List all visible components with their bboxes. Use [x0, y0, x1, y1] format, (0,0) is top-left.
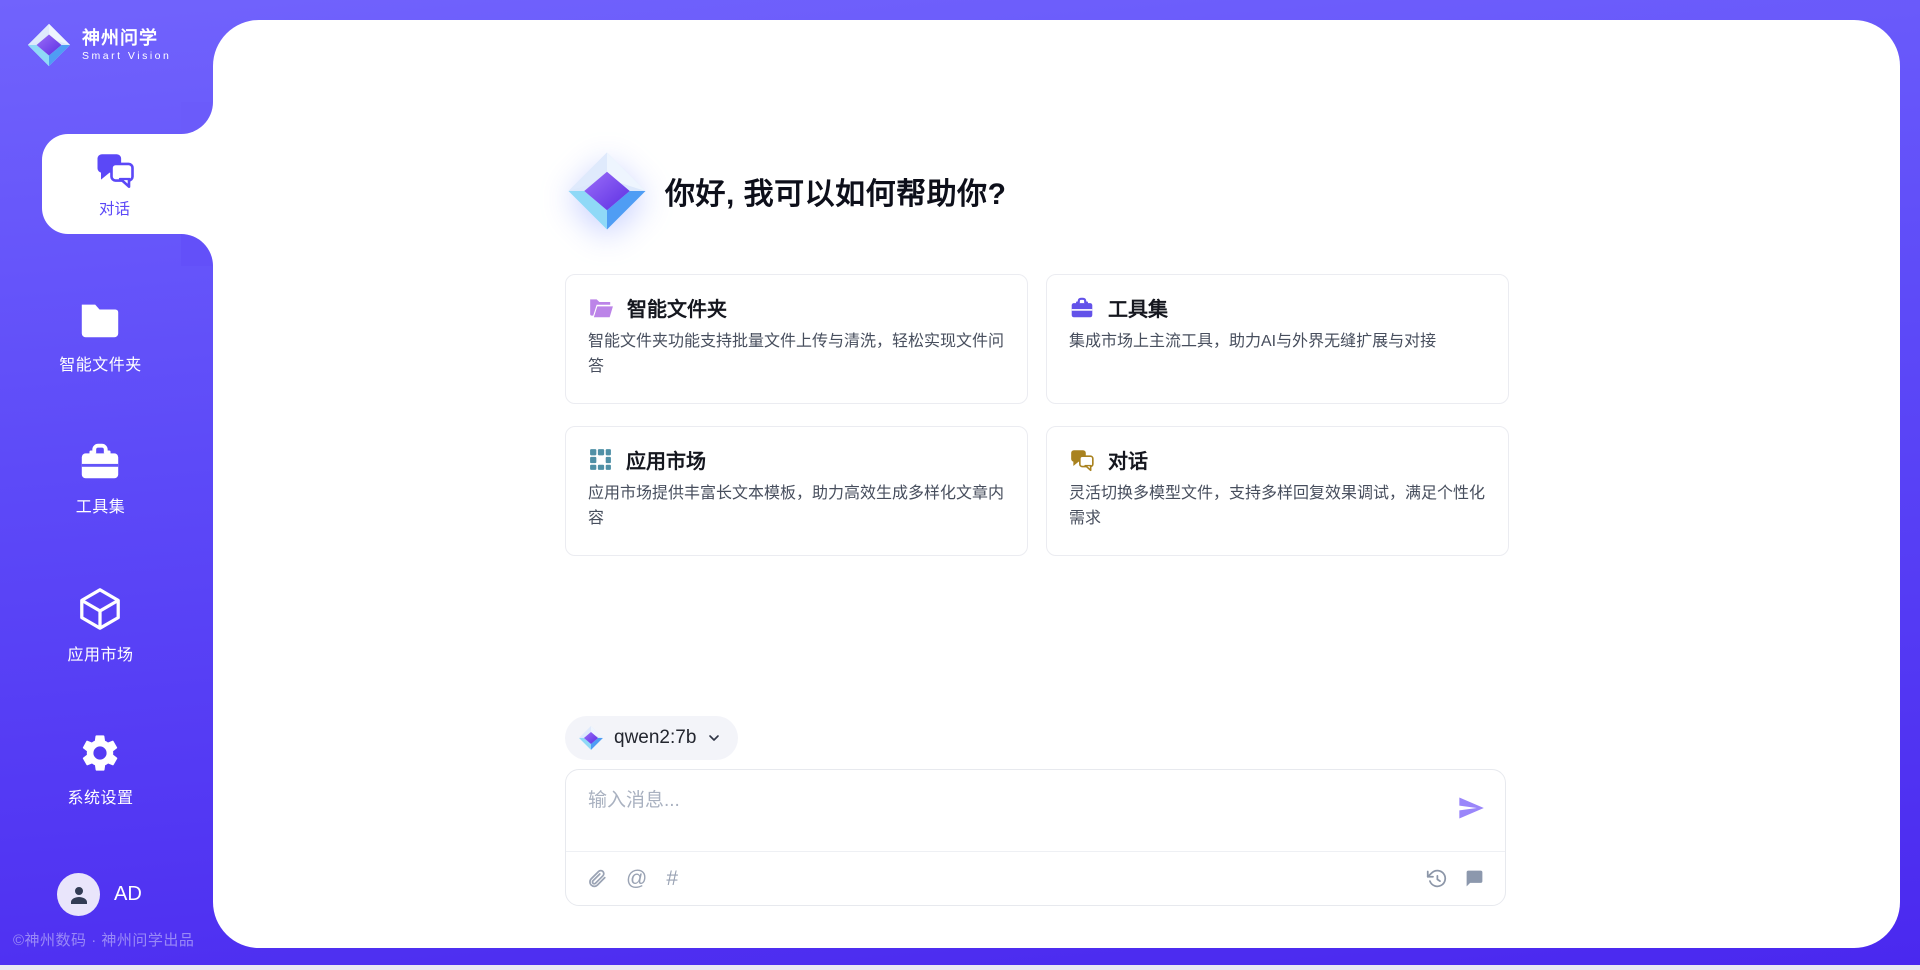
folder-icon [77, 298, 123, 342]
card-title: 对话 [1108, 445, 1148, 474]
brand-name: 神州问学 [82, 28, 171, 49]
folder-open-icon [588, 296, 614, 320]
chevron-down-icon [706, 730, 722, 746]
attachment-button[interactable] [586, 868, 607, 889]
brand-logo: 神州问学 Smart Vision [26, 22, 171, 68]
user-name: AD [114, 883, 142, 906]
chat-icon [1069, 448, 1095, 472]
card-description: 应用市场提供丰富长文本模板，助力高效生成多样化文章内容 [588, 482, 1005, 532]
card-description: 集成市场上主流工具，助力AI与外界无缝扩展与对接 [1069, 330, 1486, 355]
card-description: 智能文件夹功能支持批量文件上传与清洗，轻松实现文件问答 [588, 330, 1005, 380]
card-smart-folder[interactable]: 智能文件夹 智能文件夹功能支持批量文件上传与清洗，轻松实现文件问答 [565, 274, 1028, 404]
sidebar-item-label: 应用市场 [67, 641, 133, 665]
history-button[interactable] [1426, 868, 1447, 889]
sidebar-item-label: 对话 [99, 197, 130, 219]
cube-icon [77, 586, 123, 632]
topic-icon[interactable]: # [666, 868, 678, 889]
toolbox-icon [77, 440, 123, 484]
mention-icon[interactable]: @ [626, 868, 647, 889]
card-chat[interactable]: 对话 灵活切换多模型文件，支持多样回复效果调试，满足个性化需求 [1046, 426, 1509, 556]
sidebar-item-label: 智能文件夹 [59, 351, 142, 375]
card-toolset[interactable]: 工具集 集成市场上主流工具，助力AI与外界无缝扩展与对接 [1046, 274, 1509, 404]
conversations-button[interactable] [1464, 868, 1485, 889]
card-title: 工具集 [1108, 293, 1168, 322]
message-composer: @ # [565, 769, 1506, 906]
welcome-header: 你好, 我可以如何帮助你? [565, 149, 1007, 233]
copyright-text: ©神州数码 · 神州问学出品 [13, 929, 194, 950]
chat-bubble-icon [1464, 868, 1485, 889]
send-button[interactable] [1457, 794, 1485, 822]
paperclip-icon [586, 868, 607, 889]
card-description: 灵活切换多模型文件，支持多样回复效果调试，满足个性化需求 [1069, 482, 1486, 532]
user-profile[interactable]: AD [57, 873, 142, 916]
sidebar-item-label: 系统设置 [67, 784, 133, 808]
person-icon [67, 883, 91, 907]
sidebar-item-app-market[interactable]: 应用市场 [0, 586, 213, 665]
card-app-market[interactable]: 应用市场 应用市场提供丰富长文本模板，助力高效生成多样化文章内容 [565, 426, 1028, 556]
chat-icon [94, 150, 136, 190]
brand-diamond-icon [578, 725, 604, 751]
grid-icon [588, 447, 613, 472]
send-icon [1457, 794, 1485, 822]
model-name: qwen2:7b [614, 727, 696, 749]
gear-icon [78, 731, 122, 775]
tab-curve-top [181, 102, 213, 134]
app-window: 神州问学 Smart Vision 对话 智能文件夹 [0, 0, 1920, 970]
sidebar-item-chat[interactable]: 对话 [42, 134, 213, 234]
sidebar-item-toolset[interactable]: 工具集 [0, 440, 213, 517]
page-title: 你好, 我可以如何帮助你? [665, 169, 1007, 213]
toolbox-icon [1069, 296, 1095, 320]
model-selector[interactable]: qwen2:7b [565, 716, 738, 760]
main-panel: 你好, 我可以如何帮助你? 智能文件夹 智能文件夹功能支持批量文件上传与清洗，轻… [213, 20, 1900, 948]
feature-cards: 智能文件夹 智能文件夹功能支持批量文件上传与清洗，轻松实现文件问答 工具 [565, 274, 1509, 556]
message-input[interactable] [588, 785, 1408, 843]
avatar [57, 873, 100, 916]
sidebar-item-settings[interactable]: 系统设置 [0, 731, 213, 808]
card-title: 应用市场 [626, 445, 706, 474]
history-icon [1426, 868, 1447, 889]
card-title: 智能文件夹 [627, 293, 727, 322]
brand-diamond-icon [26, 22, 72, 68]
brand-diamond-icon [565, 149, 649, 233]
brand-subtitle: Smart Vision [82, 50, 171, 62]
window-bottom-edge [0, 965, 1920, 970]
tab-curve-bottom [181, 234, 213, 266]
sidebar-item-label: 工具集 [76, 493, 126, 517]
sidebar-item-smart-folder[interactable]: 智能文件夹 [0, 298, 213, 375]
